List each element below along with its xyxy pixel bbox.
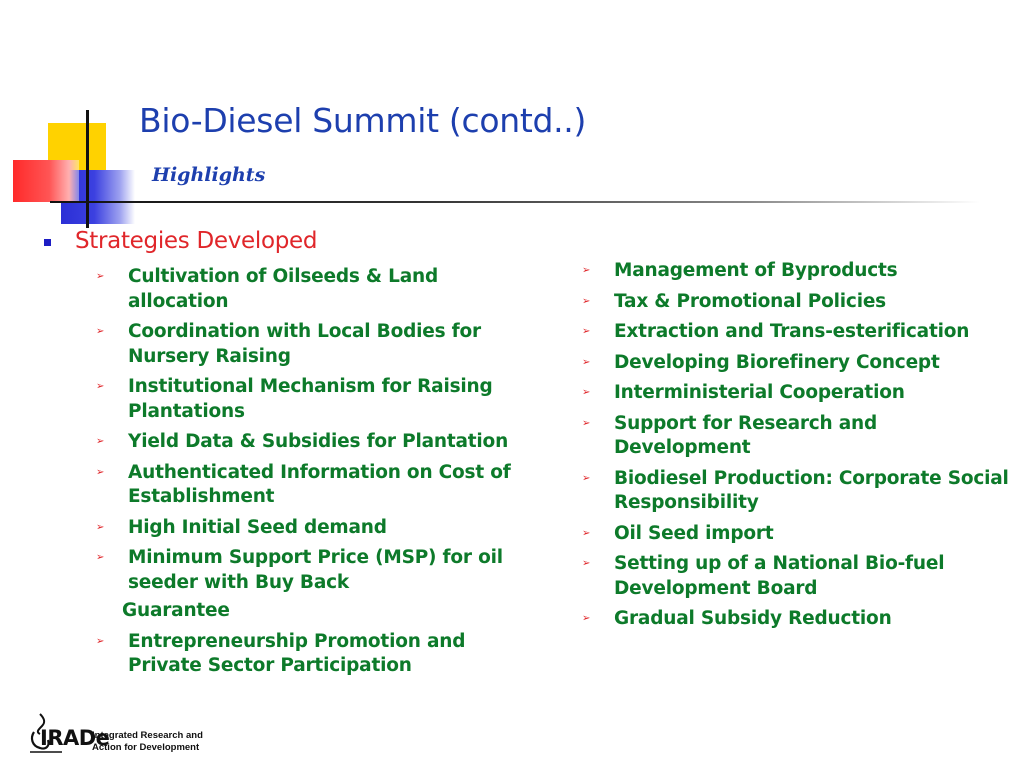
arrow-bullet-icon: ➢	[582, 472, 591, 484]
slide-subtitle: Highlights	[152, 164, 266, 186]
section-heading: Strategies Developed	[75, 228, 318, 254]
arrow-bullet-icon: ➢	[582, 265, 591, 276]
list-item: ➢ Extraction and Trans-esterification	[582, 320, 1012, 345]
list-item: ➢ Support for Research and Development	[582, 412, 878, 459]
list-item: ➢ Gradual Subsidy Reduction	[582, 607, 1012, 632]
list-item: ➢ Oil Seed import	[582, 522, 1012, 547]
list-item: ➢ High Initial Seed demand	[96, 516, 516, 541]
list-item: ➢ Tax & Promotional Policies	[582, 290, 1012, 315]
list-item: ➢ Minimum Support Price (MSP) for oil se…	[96, 547, 503, 593]
arrow-bullet-icon: ➢	[96, 552, 105, 563]
arrow-bullet-icon: ➢	[582, 558, 591, 569]
list-item: ➢ Biodiesel Production: Corporate Social…	[582, 467, 1009, 514]
list-item: ➢ Setting up of a National Bio-fuel Deve…	[582, 553, 945, 599]
arrow-bullet-icon: ➢	[96, 635, 105, 647]
list-item: ➢ Management of Byproducts	[582, 259, 1012, 284]
arrow-bullet-icon: ➢	[96, 466, 105, 478]
list-item: ➢ Developing Biorefinery Concept	[582, 351, 1012, 376]
decor-vertical-line	[86, 110, 89, 228]
arrow-bullet-icon: ➢	[582, 417, 591, 429]
logo-tagline-line2: Action for Development	[92, 742, 200, 753]
section-bullet: Strategies Developed	[44, 228, 318, 254]
arrow-bullet-icon: ➢	[96, 436, 105, 447]
arrow-bullet-icon: ➢	[582, 527, 591, 539]
list-item: ➢ Coordination with Local Bodies for Nur…	[96, 321, 481, 367]
arrow-bullet-icon: ➢	[96, 521, 105, 533]
list-item: ➢ Authenticated Information on Cost of E…	[96, 461, 511, 508]
list-item: ➢ Cultivation of Oilseeds & Land allocat…	[96, 266, 438, 312]
right-strategy-list: ➢ Management of Byproducts ➢ Tax & Promo…	[582, 259, 1012, 638]
list-item: ➢ Institutional Mechanism for Raising Pl…	[96, 376, 493, 422]
arrow-bullet-icon: ➢	[96, 271, 105, 282]
list-item-continuation: Guarantee	[122, 600, 230, 621]
arrow-bullet-icon: ➢	[582, 387, 591, 398]
iradae-logo: IRADe Integrated Research and Action for…	[28, 712, 228, 758]
decor-horizontal-rule	[50, 201, 980, 203]
list-item: ➢ Entrepreneurship Promotion and Private…	[96, 630, 466, 677]
slide-title: Bio-Diesel Summit (contd..)	[139, 101, 587, 140]
decor-red-square	[13, 160, 79, 202]
list-item: ➢ Interministerial Cooperation	[582, 381, 1012, 406]
arrow-bullet-icon: ➢	[96, 381, 105, 392]
arrow-bullet-icon: ➢	[582, 613, 591, 624]
left-strategy-list: ➢ Cultivation of Oilseeds & Land allocat…	[96, 265, 516, 685]
arrow-bullet-icon: ➢	[582, 295, 591, 307]
arrow-bullet-icon: ➢	[96, 326, 105, 337]
arrow-bullet-icon: ➢	[582, 356, 591, 368]
arrow-bullet-icon: ➢	[582, 326, 591, 337]
square-bullet-icon	[44, 239, 51, 246]
list-item: ➢ Yield Data & Subsidies for Plantation	[96, 430, 516, 455]
logo-tagline-line1: Integrated Research and	[92, 730, 203, 741]
